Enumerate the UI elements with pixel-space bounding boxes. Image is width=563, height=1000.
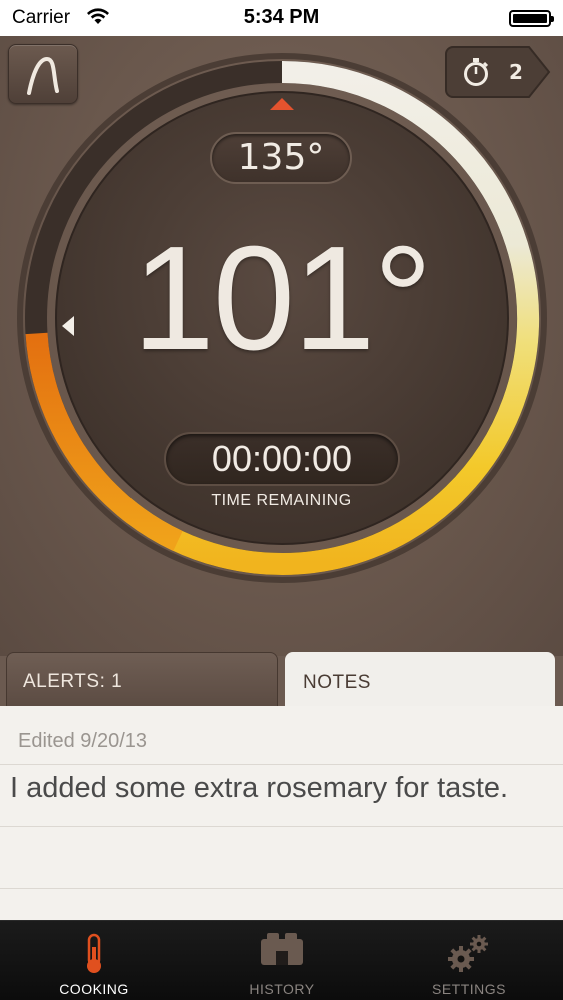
stopwatch-icon xyxy=(464,58,489,86)
thermometer-icon xyxy=(87,933,101,973)
note-text[interactable]: I added some extra rosemary for taste. xyxy=(10,772,550,804)
target-temperature[interactable]: 135° xyxy=(210,132,352,184)
tabbar-item-cooking[interactable]: COOKING xyxy=(0,921,188,1000)
timer-count: 2 xyxy=(509,60,523,84)
notes-panel[interactable]: Edited 9/20/13 I added some extra rosema… xyxy=(0,706,563,920)
tabbar-label-cooking: COOKING xyxy=(59,981,129,997)
probe-logo-icon xyxy=(27,56,59,95)
cooking-panel: 2 135° 101° 00:00:00 TIME REMAINING xyxy=(0,36,563,656)
note-edited-date: Edited 9/20/13 xyxy=(18,730,147,752)
current-temperature: 101° xyxy=(132,216,432,381)
tabbar-item-history[interactable]: HISTORY xyxy=(188,921,376,1000)
gears-icon xyxy=(448,935,488,972)
tab-bar: COOKING HISTORY SETTINGS xyxy=(0,920,563,1000)
tabbar-item-settings[interactable]: SETTINGS xyxy=(375,921,563,1000)
time-remaining-label: TIME REMAINING xyxy=(211,492,352,509)
time-remaining-value[interactable]: 00:00:00 xyxy=(164,432,400,486)
tab-alerts[interactable]: ALERTS: 1 xyxy=(6,652,278,706)
status-bar: Carrier 5:34 PM xyxy=(0,0,563,36)
history-icon xyxy=(261,933,303,965)
note-rule xyxy=(0,888,563,889)
tabbar-label-settings: SETTINGS xyxy=(431,981,506,997)
clock-label: 5:34 PM xyxy=(243,6,320,28)
tab-notes[interactable]: NOTES xyxy=(285,652,555,712)
note-rule xyxy=(0,826,563,827)
timers-button[interactable]: 2 xyxy=(445,46,551,98)
note-rule xyxy=(0,764,563,765)
battery-icon xyxy=(509,10,554,27)
tabbar-label-history: HISTORY xyxy=(249,981,315,997)
probe-logo-button[interactable] xyxy=(8,44,78,104)
